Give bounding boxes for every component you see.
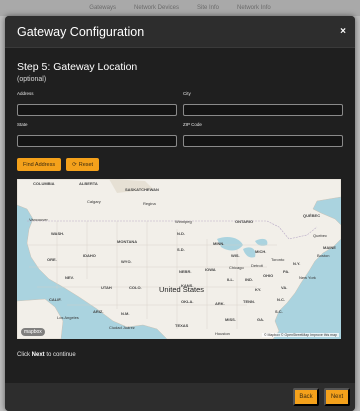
map-label: QUÉBEC — [303, 213, 321, 218]
location-map[interactable]: COLUMBIA ALBERTA SASKATCHEWAN ONTARIO QU… — [17, 179, 341, 339]
map-label: N.C. — [277, 297, 285, 302]
form-row-2: State ZIP Code — [17, 122, 343, 147]
address-input[interactable] — [17, 104, 177, 116]
reset-button[interactable]: ⟳ Reset — [66, 158, 100, 171]
map-label: COLUMBIA — [33, 181, 55, 186]
map-city-label: Quebec — [313, 233, 328, 238]
continue-hint: Click Next to continue — [17, 352, 343, 358]
map-label: NEV. — [65, 275, 74, 280]
state-input[interactable] — [17, 135, 177, 147]
map-label: N.Y. — [293, 261, 301, 266]
map-label: TENN. — [243, 299, 255, 304]
form-actions: Find Address ⟳ Reset — [17, 158, 343, 171]
background-nav: Gateways Network Devices Site Info Netwo… — [0, 0, 360, 16]
hint-prefix: Click — [17, 352, 30, 358]
map-label: MINN. — [213, 241, 225, 246]
map-label: WIS. — [231, 253, 240, 258]
map-logo[interactable]: mapbox — [21, 328, 45, 336]
step-subtitle: (optional) — [17, 76, 47, 83]
map-attribution[interactable]: © Mapbox © OpenStreetMap Improve this ma… — [261, 333, 339, 337]
map-city-label: Toronto — [271, 257, 285, 262]
modal-title: Gateway Configuration — [17, 24, 145, 39]
background-nav-item: Network Devices — [133, 5, 179, 11]
reset-label: Reset — [78, 161, 94, 168]
map-city-label: Detroit — [251, 263, 263, 268]
modal-body: Step 5: Gateway Location (optional) Addr… — [5, 48, 355, 358]
modal-header: Gateway Configuration × — [5, 16, 355, 48]
map-label: COLO. — [129, 285, 142, 290]
map-label: VA. — [281, 285, 288, 290]
map-label: MISS. — [225, 317, 236, 322]
state-label: State — [17, 122, 28, 127]
map-label: S.D. — [177, 247, 185, 252]
state-field-group: State — [17, 122, 177, 147]
back-button[interactable]: Back — [293, 388, 319, 406]
address-field-group: Address — [17, 91, 177, 116]
map-label: CALIF. — [49, 297, 62, 302]
map-label: WYO. — [121, 259, 132, 264]
map-label: ALBERTA — [79, 181, 98, 186]
background-nav-item: Site Info — [197, 5, 220, 11]
city-input[interactable] — [183, 104, 343, 116]
map-label: OKLA. — [181, 299, 194, 304]
map-city-label: Houston — [215, 331, 230, 336]
find-address-label: Find Address — [23, 161, 56, 168]
map-label: GA. — [257, 317, 265, 322]
map-label: MAINE — [323, 245, 336, 250]
map-label: MICH. — [255, 249, 267, 254]
map-label: SASKATCHEWAN — [125, 187, 159, 192]
background-nav-item: Gateways — [89, 5, 116, 11]
map-country-label: United States — [159, 285, 205, 294]
gateway-config-modal: Gateway Configuration × Step 5: Gateway … — [5, 16, 355, 411]
map-label: IDAHO — [83, 253, 96, 258]
close-icon[interactable]: × — [340, 26, 346, 37]
zip-label: ZIP Code — [183, 122, 202, 127]
map-city-label: Los Angeles — [57, 315, 79, 320]
map-city-label: Calgary — [87, 199, 101, 204]
map-label: MONTANA — [117, 239, 138, 244]
address-label: Address — [17, 91, 34, 96]
map-city-label: New York — [299, 275, 316, 280]
map-label: OHIO — [263, 273, 274, 278]
zip-field-group: ZIP Code — [183, 122, 343, 147]
map-label: ARIZ. — [93, 309, 104, 314]
map-city-label: Chicago — [229, 265, 244, 270]
map-city-label: Ciudad Juárez — [109, 325, 135, 330]
next-button[interactable]: Next — [324, 388, 350, 406]
step-title: Step 5: Gateway Location — [17, 61, 138, 73]
map-label: UTAH — [101, 285, 112, 290]
map-city-label: Winnipeg — [175, 219, 192, 224]
map-city-label: Regina — [143, 201, 156, 206]
map-label: PA. — [283, 269, 290, 274]
map-label: KY. — [255, 287, 262, 292]
hint-bold: Next — [31, 352, 45, 358]
background-nav-item: Network Info — [237, 5, 271, 11]
map-label: NEBR. — [179, 269, 192, 274]
map-city-label: Vancouver — [29, 217, 48, 222]
map-label: WASH. — [51, 231, 65, 236]
map-label: ARK. — [215, 301, 225, 306]
map-label: ILL. — [227, 277, 235, 282]
map-label: ORE. — [47, 257, 57, 262]
map-label: ONTARIO — [235, 219, 254, 224]
map-label: IND. — [245, 277, 253, 282]
map-city-label: Boston — [317, 253, 330, 258]
map-label: IOWA — [205, 267, 216, 272]
map-label: TEXAS — [175, 323, 189, 328]
hint-suffix: to continue — [46, 352, 76, 358]
city-label: City — [183, 91, 191, 96]
map-label: S.C. — [275, 309, 283, 314]
zip-input[interactable] — [183, 135, 343, 147]
form-row-1: Address City — [17, 91, 343, 116]
map-label: N.D. — [177, 231, 185, 236]
refresh-icon: ⟳ — [72, 161, 77, 168]
city-field-group: City — [183, 91, 343, 116]
map-label: N.M. — [121, 311, 130, 316]
find-address-button[interactable]: Find Address — [17, 158, 62, 171]
modal-footer: Back Next — [5, 383, 355, 411]
